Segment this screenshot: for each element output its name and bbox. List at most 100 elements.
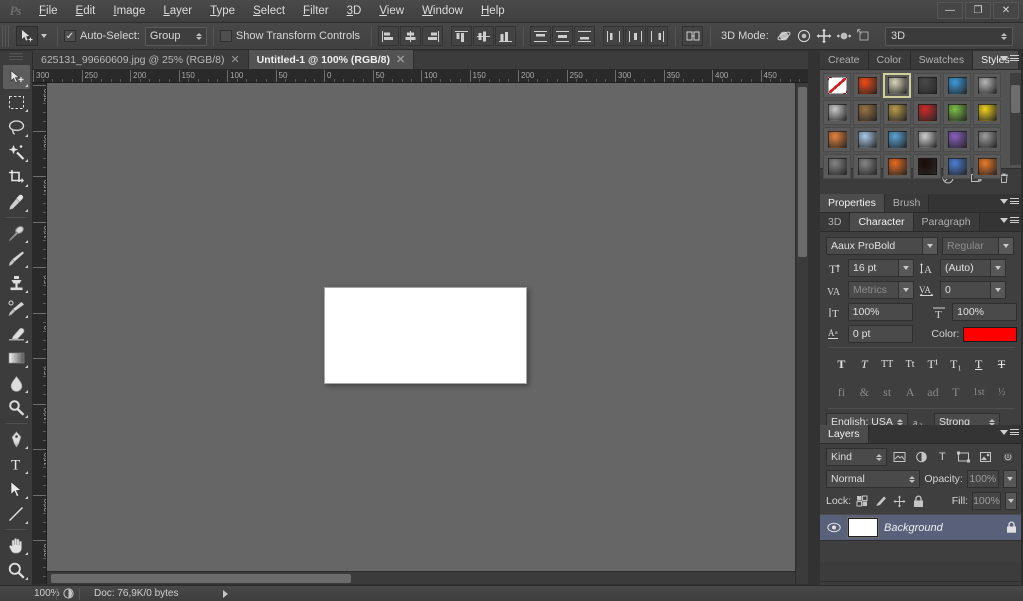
style-swatch[interactable] [853, 73, 881, 98]
style-swatch[interactable] [973, 154, 1001, 179]
canvas-horizontal-scrollbar[interactable] [47, 571, 795, 584]
tool-flyout-corner-icon[interactable] [24, 390, 28, 393]
workspace-switcher[interactable]: 3D [885, 26, 1013, 46]
tool-flyout-corner-icon[interactable] [24, 134, 28, 137]
filter-type-icon[interactable]: T [934, 448, 951, 466]
show-transform-controls-checkbox[interactable] [219, 30, 232, 42]
faux-italic-button[interactable]: T [855, 355, 874, 373]
discretionary-ligatures-button[interactable]: & [855, 383, 874, 401]
style-swatch[interactable] [943, 73, 971, 98]
line-tool[interactable] [3, 502, 30, 526]
eyedropper-tool[interactable] [3, 190, 30, 214]
scrollbar-thumb[interactable] [51, 574, 351, 583]
menu-select[interactable]: Select [244, 2, 294, 20]
style-swatch[interactable] [883, 73, 911, 98]
tool-flyout-corner-icon[interactable] [24, 521, 28, 524]
restore-button[interactable]: ❐ [965, 2, 991, 19]
font-style-field[interactable]: Regular [942, 237, 1014, 255]
menu-type[interactable]: Type [201, 2, 244, 20]
opacity-field[interactable]: 100% [966, 470, 999, 488]
tool-flyout-corner-icon[interactable] [24, 577, 28, 580]
subscript-button[interactable]: T₁ [946, 355, 965, 373]
tool-flyout-corner-icon[interactable] [24, 552, 28, 555]
panel-menu-button[interactable] [1000, 198, 1019, 204]
options-bar-grip[interactable] [2, 25, 9, 47]
horizontal-scale-field[interactable]: 100% [952, 303, 1017, 321]
chevron-down-icon[interactable] [922, 238, 937, 254]
align-vertical-centers-button[interactable] [473, 26, 495, 46]
scrollbar-thumb[interactable] [1011, 85, 1020, 113]
leading-field[interactable]: (Auto) [940, 259, 1006, 277]
style-swatch[interactable] [853, 127, 881, 152]
tool-flyout-corner-icon[interactable] [24, 340, 28, 343]
menu-edit[interactable]: Edit [67, 2, 105, 20]
style-swatch[interactable] [973, 100, 1001, 125]
tool-flyout-corner-icon[interactable] [24, 415, 28, 418]
tool-flyout-corner-icon[interactable] [24, 471, 28, 474]
style-swatch[interactable] [823, 100, 851, 125]
distribute-horizontal-centers-button[interactable] [625, 26, 647, 46]
strikethrough-button[interactable]: T [992, 355, 1011, 373]
panel-menu-button[interactable] [1000, 55, 1019, 61]
style-swatch[interactable] [913, 73, 941, 98]
zoom-level[interactable]: 100% [0, 588, 60, 599]
horizontal-ruler[interactable]: 300 250 200 150 100 50 0 50 100 150 200 250 300 350 40… [33, 70, 808, 83]
fill-field[interactable]: 100% [972, 492, 1001, 510]
lasso-tool[interactable] [3, 115, 30, 139]
tab-layers[interactable]: Layers [820, 425, 869, 443]
tool-flyout-corner-icon[interactable] [24, 184, 28, 187]
chevron-down-icon[interactable] [898, 282, 913, 298]
status-expand-arrow-icon[interactable] [222, 589, 228, 598]
style-swatch[interactable] [823, 127, 851, 152]
move-tool[interactable] [2, 65, 30, 89]
standard-ligatures-button[interactable]: fi [832, 383, 851, 401]
horizontal-type-tool[interactable]: T [3, 452, 30, 476]
style-swatch[interactable] [883, 127, 911, 152]
vertical-ruler[interactable]: 25020015010050050100150200250300 [33, 83, 47, 584]
menu-window[interactable]: Window [413, 2, 472, 20]
distribute-top-edges-button[interactable] [530, 26, 552, 46]
tool-flyout-corner-icon[interactable] [24, 265, 28, 268]
pen-tool[interactable] [3, 427, 30, 451]
style-swatch[interactable] [853, 154, 881, 179]
history-brush-tool[interactable] [3, 296, 30, 320]
distribute-left-edges-button[interactable] [603, 26, 625, 46]
filter-shape-icon[interactable] [955, 448, 972, 466]
opacity-chevron-icon[interactable] [1002, 470, 1018, 488]
font-family-field[interactable]: Aaux ProBold [826, 237, 938, 255]
crop-tool[interactable] [3, 165, 30, 189]
contextual-alternates-button[interactable]: st [878, 383, 897, 401]
style-swatch[interactable] [943, 154, 971, 179]
layer-row[interactable]: Background [820, 514, 1023, 541]
auto-select-dropdown[interactable]: Group [144, 26, 207, 46]
style-swatch[interactable] [883, 100, 911, 125]
tab-character[interactable]: Character [850, 213, 914, 231]
minimize-button[interactable]: — [937, 2, 963, 19]
distribute-bottom-edges-button[interactable] [574, 26, 596, 46]
document-tab[interactable]: 625131_99660609.jpg @ 25% (RGB/8) ✕ [33, 50, 249, 69]
distribute-right-edges-button[interactable] [647, 26, 669, 46]
eraser-tool[interactable] [3, 321, 30, 345]
lock-transparent-pixels-icon[interactable] [855, 492, 870, 510]
distribute-vertical-centers-button[interactable] [552, 26, 574, 46]
lock-position-icon[interactable] [892, 492, 907, 510]
style-swatch[interactable] [823, 73, 851, 98]
filter-adjustment-icon[interactable] [912, 448, 929, 466]
align-horizontal-centers-button[interactable] [400, 26, 422, 46]
style-swatch[interactable] [913, 154, 941, 179]
lock-all-icon[interactable] [911, 492, 926, 510]
fill-chevron-icon[interactable] [1004, 492, 1017, 510]
align-left-edges-button[interactable] [378, 26, 400, 46]
style-swatch[interactable] [973, 73, 1001, 98]
hand-tool[interactable] [3, 533, 30, 557]
path-selection-tool[interactable] [3, 477, 30, 501]
baseline-shift-field[interactable]: 0 pt [847, 325, 914, 343]
style-swatch[interactable] [943, 100, 971, 125]
menu-view[interactable]: View [370, 2, 413, 20]
layer-name[interactable]: Background [884, 522, 1000, 534]
font-size-field[interactable]: 16 pt [848, 259, 914, 277]
oldstyle-button[interactable]: ad [923, 383, 942, 401]
scrollbar-thumb[interactable] [797, 87, 807, 257]
tab-create[interactable]: Create [820, 51, 869, 69]
auto-align-layers-button[interactable] [682, 26, 704, 46]
